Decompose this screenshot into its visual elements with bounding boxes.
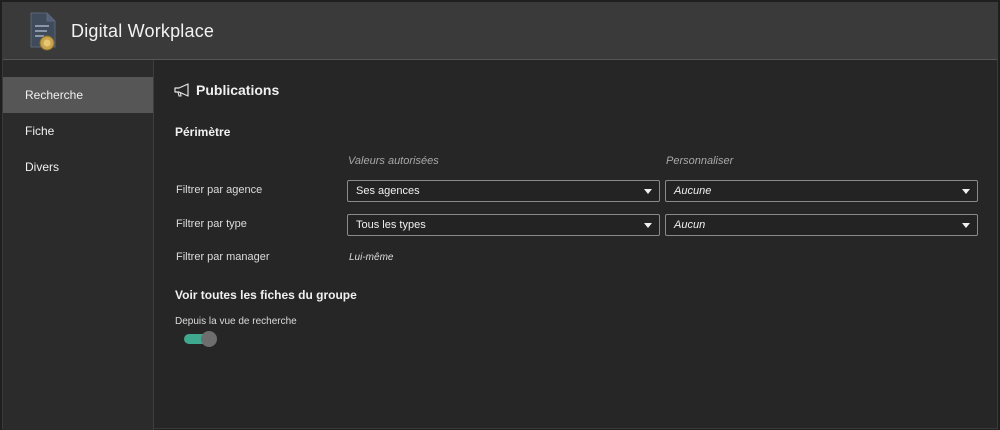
title-bar: Digital Workplace bbox=[3, 3, 997, 60]
agence-custom-select-value: Aucune bbox=[674, 185, 712, 197]
sidebar-item-recherche[interactable]: Recherche bbox=[3, 77, 153, 113]
agence-select-value: Ses agences bbox=[356, 185, 420, 197]
type-select-value: Tous les types bbox=[356, 219, 426, 231]
agence-custom-select[interactable]: Aucune bbox=[665, 180, 978, 202]
toggle-knob bbox=[201, 331, 217, 347]
column-header-custom: Personnaliser bbox=[666, 155, 734, 167]
chevron-down-icon bbox=[962, 223, 970, 228]
megaphone-icon bbox=[174, 83, 189, 97]
type-custom-select-value: Aucun bbox=[674, 219, 706, 231]
perimetre-title: Périmètre bbox=[175, 125, 231, 139]
filter-manager-label: Filtrer par manager bbox=[176, 251, 270, 263]
chevron-down-icon bbox=[644, 223, 652, 228]
app-title: Digital Workplace bbox=[71, 21, 215, 41]
agence-select[interactable]: Ses agences bbox=[347, 180, 660, 202]
page-title: Publications bbox=[196, 82, 280, 98]
sidebar-item-fiche[interactable]: Fiche bbox=[3, 113, 153, 149]
chevron-down-icon bbox=[644, 189, 652, 194]
toggle-label: Depuis la vue de recherche bbox=[175, 316, 297, 327]
sidebar: Recherche Fiche Divers bbox=[3, 60, 154, 430]
main-content: Publications Périmètre Valeurs autorisée… bbox=[154, 60, 997, 428]
search-view-toggle[interactable] bbox=[184, 331, 217, 347]
page-header: Publications bbox=[174, 82, 279, 98]
app-window: Digital Workplace Recherche Fiche Divers… bbox=[2, 2, 998, 430]
filter-type-label: Filtrer par type bbox=[176, 218, 247, 230]
chevron-down-icon bbox=[962, 189, 970, 194]
sidebar-item-divers[interactable]: Divers bbox=[3, 149, 153, 185]
manager-value: Lui-même bbox=[349, 252, 394, 263]
type-select[interactable]: Tous les types bbox=[347, 214, 660, 236]
groupe-title: Voir toutes les fiches du groupe bbox=[175, 288, 357, 302]
type-custom-select[interactable]: Aucun bbox=[665, 214, 978, 236]
document-badge-icon bbox=[30, 12, 56, 51]
filter-agence-label: Filtrer par agence bbox=[176, 184, 263, 196]
column-header-allowed: Valeurs autorisées bbox=[348, 155, 439, 167]
